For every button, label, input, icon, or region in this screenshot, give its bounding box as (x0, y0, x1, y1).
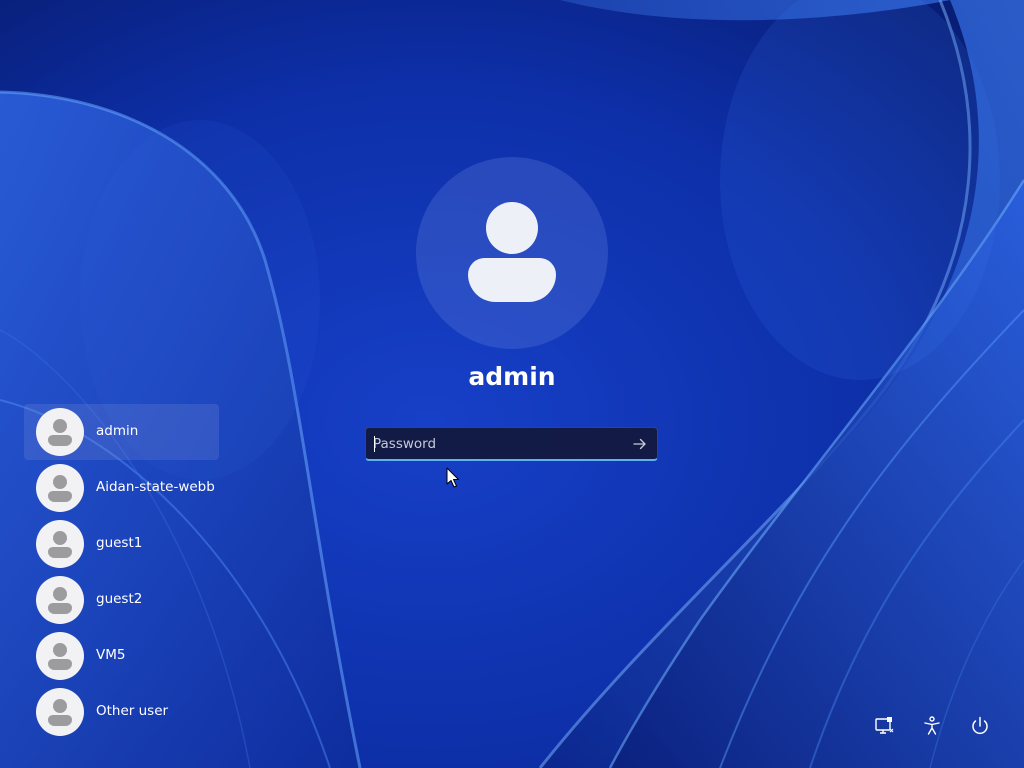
user-list-name: VM5 (96, 647, 126, 663)
user-list-item[interactable]: Other user (24, 684, 219, 740)
power-icon[interactable] (968, 714, 992, 738)
selected-user-name: admin (468, 362, 556, 391)
avatar-head (486, 202, 538, 254)
user-list-item[interactable]: VM5 (24, 628, 219, 684)
user-list-name: Other user (96, 703, 169, 719)
user-list-name: guest2 (96, 591, 143, 607)
user-list-name: Aidan-state-webb (96, 479, 215, 495)
lock-screen: admin admin Aidan-state-webb guest1 gues… (0, 0, 1024, 768)
user-avatar-icon (36, 464, 84, 512)
password-input[interactable] (373, 428, 623, 459)
user-list-item[interactable]: Aidan-state-webb (24, 460, 219, 516)
password-field[interactable] (365, 427, 658, 461)
user-list-name: admin (96, 423, 139, 439)
avatar-body (468, 258, 556, 302)
accessibility-icon[interactable] (920, 714, 944, 738)
network-icon[interactable] (872, 714, 896, 738)
user-list-name: guest1 (96, 535, 143, 551)
user-avatar-icon (36, 408, 84, 456)
user-avatar-icon (36, 688, 84, 736)
user-list-item[interactable]: admin (24, 404, 219, 460)
selected-user-avatar (416, 157, 608, 349)
user-list-item[interactable]: guest2 (24, 572, 219, 628)
user-avatar-icon (36, 520, 84, 568)
user-avatar-icon (36, 576, 84, 624)
user-avatar-icon (36, 632, 84, 680)
submit-arrow-icon[interactable] (631, 435, 649, 453)
user-list: admin Aidan-state-webb guest1 guest2 VM5… (24, 404, 284, 740)
mouse-pointer-icon (446, 467, 459, 488)
user-list-item[interactable]: guest1 (24, 516, 219, 572)
text-caret (374, 436, 375, 452)
